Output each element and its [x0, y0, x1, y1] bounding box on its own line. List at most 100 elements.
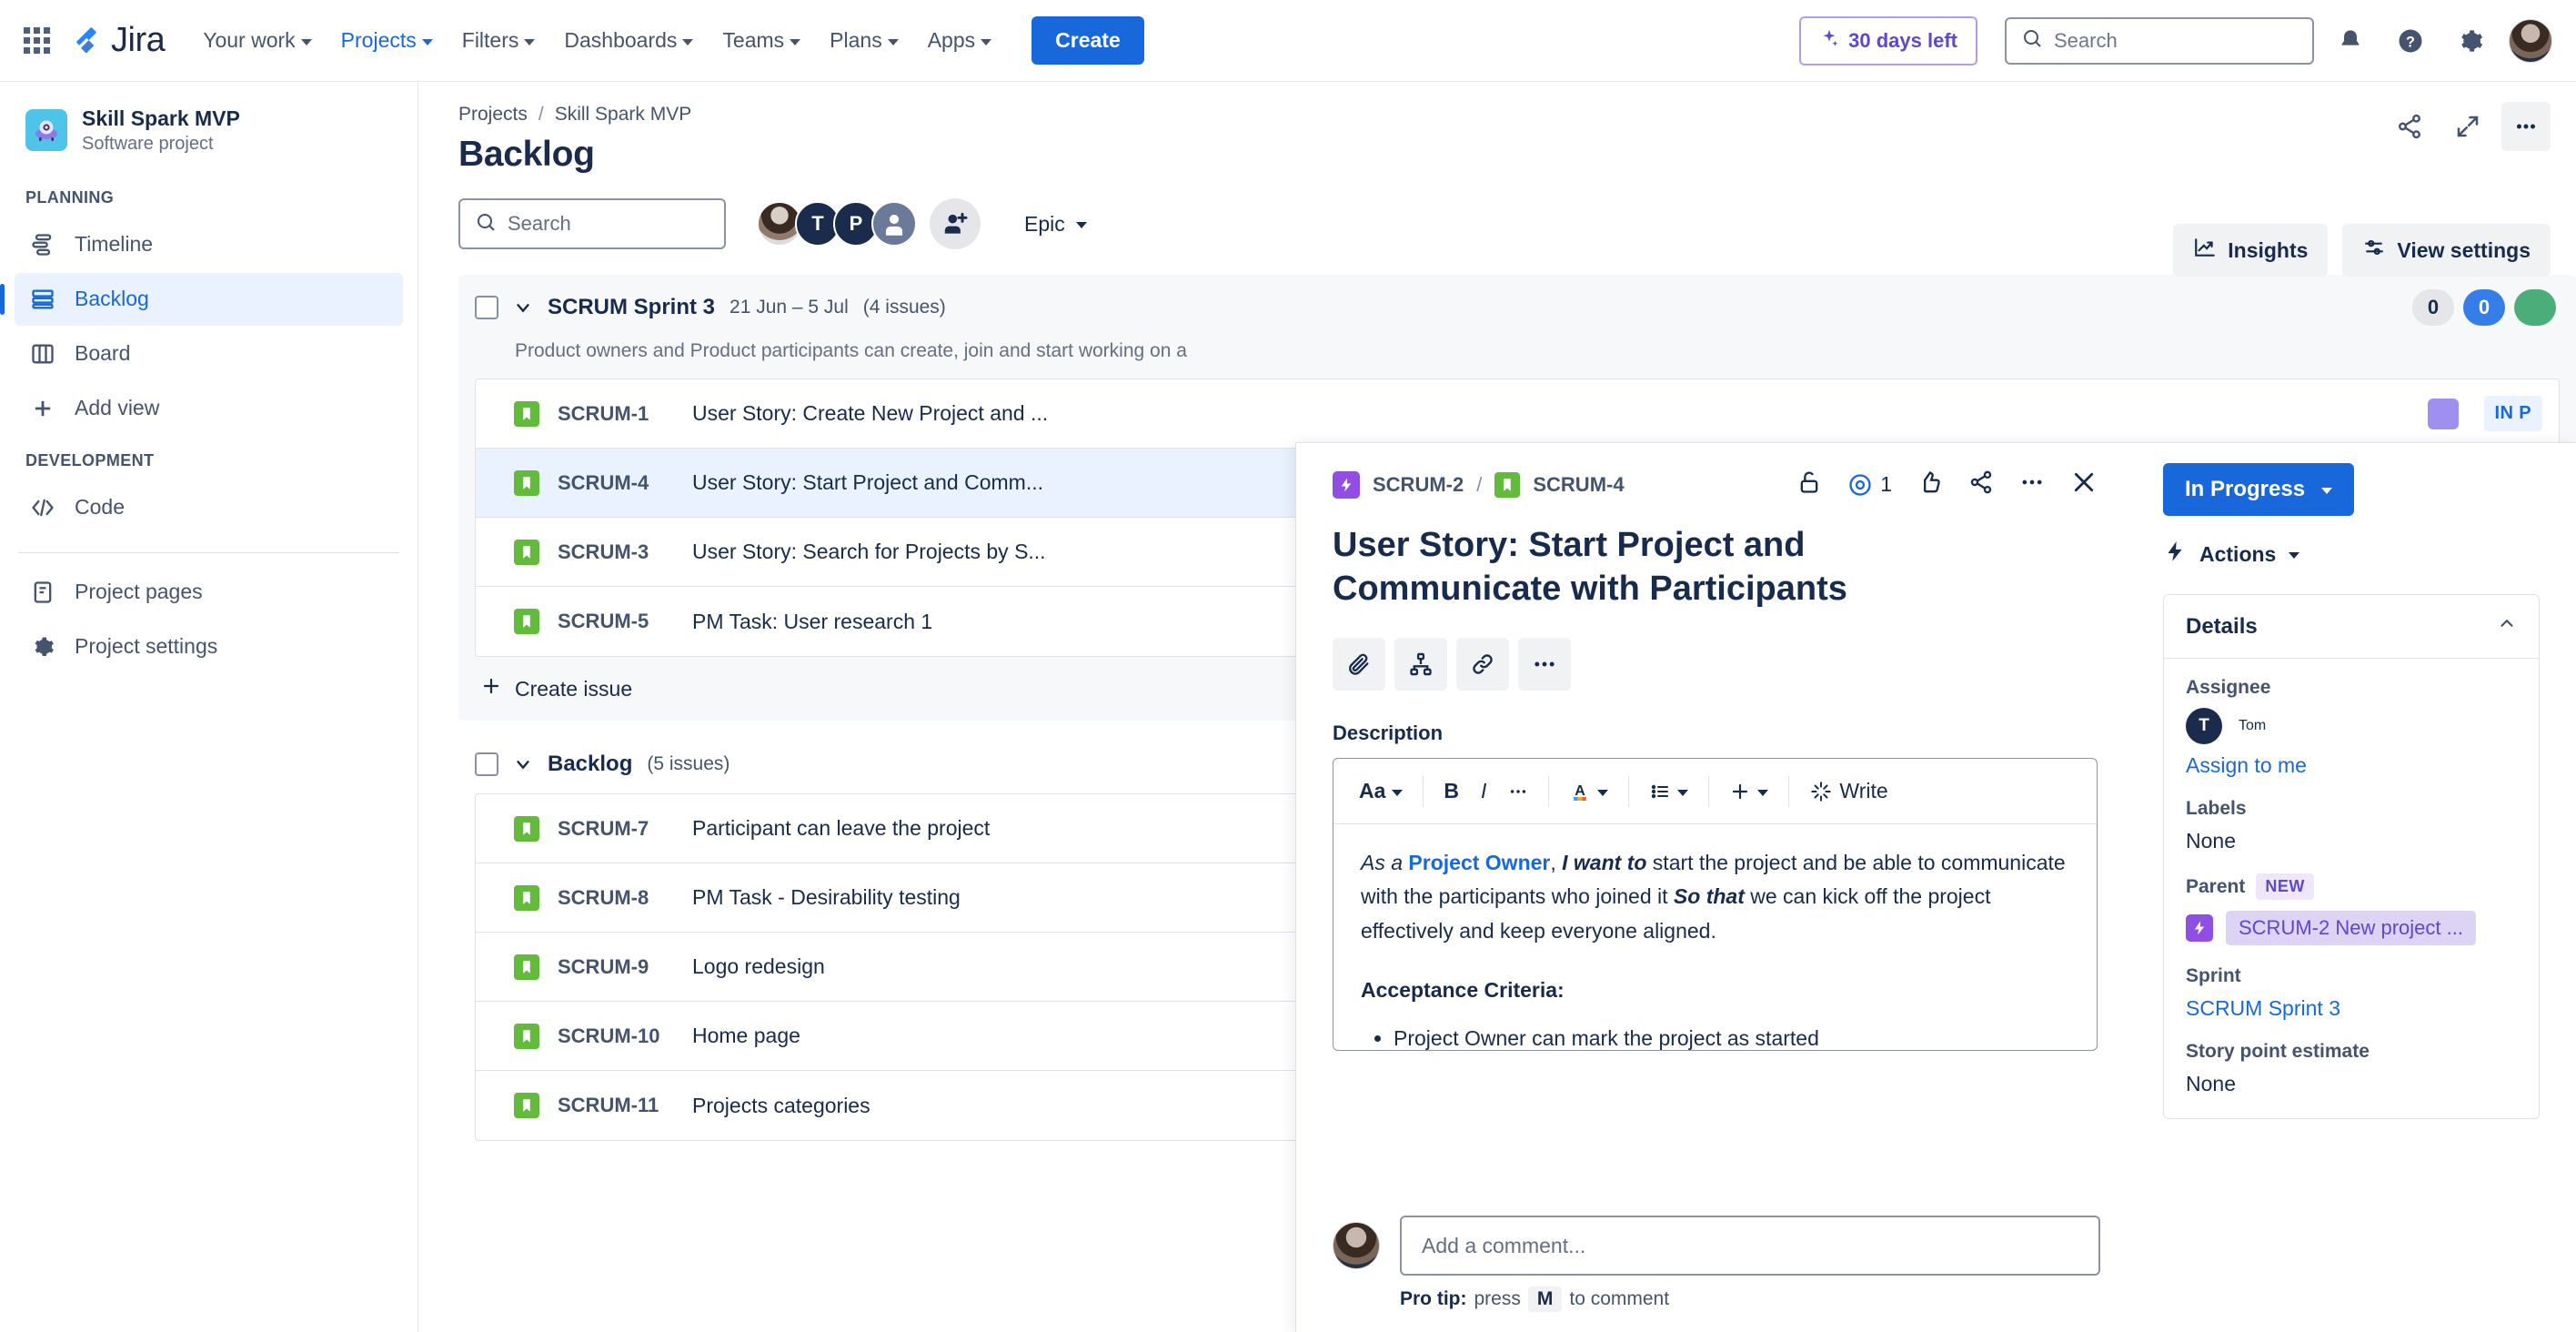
issue-key[interactable]: SCRUM-5 [558, 610, 692, 633]
add-child-issue-icon[interactable] [1394, 638, 1447, 691]
breadcrumb-projects[interactable]: Projects [458, 104, 528, 126]
bold-button[interactable]: B [1433, 772, 1470, 811]
global-search-box[interactable] [2005, 16, 2314, 65]
share-icon[interactable] [1968, 469, 1994, 500]
nav-item-dashboards[interactable]: Dashboards [549, 19, 708, 62]
text-style-dropdown[interactable]: Aa [1348, 772, 1414, 811]
nav-item-your-work[interactable]: Your work [188, 19, 326, 62]
sidebar-item-board[interactable]: Board [15, 328, 403, 380]
badge-inprogress-count[interactable]: 0 [2463, 289, 2505, 326]
notifications-icon[interactable] [2327, 17, 2374, 65]
backlog-select-all-checkbox[interactable] [475, 752, 498, 776]
issue-key[interactable]: SCRUM-4 [1533, 473, 1624, 497]
sidebar-item-code[interactable]: Code [15, 481, 403, 534]
italic-button[interactable]: I [1470, 772, 1497, 811]
close-icon[interactable] [2070, 469, 2098, 500]
epic-color-chip[interactable] [2427, 398, 2459, 429]
comment-input[interactable] [1422, 1233, 2078, 1258]
issue-detail-panel: SCRUM-2 / SCRUM-4 1 User Story: Start Pr… [1295, 442, 2576, 1332]
jira-home-logo[interactable]: Jira [71, 21, 166, 60]
lock-icon[interactable] [1796, 469, 1822, 500]
attach-icon[interactable] [1333, 638, 1385, 691]
more-options-icon[interactable] [2019, 469, 2045, 500]
nav-item-projects[interactable]: Projects [327, 19, 448, 62]
protip-tail: to comment [1569, 1288, 1670, 1309]
editor-toolbar: Aa B I A Write [1333, 759, 2097, 824]
badge-done-count[interactable] [2514, 289, 2556, 326]
sidebar-item-timeline[interactable]: Timeline [15, 218, 403, 271]
status-dropdown-button[interactable]: In Progress [2163, 463, 2355, 516]
actions-dropdown-button[interactable]: Actions [2163, 540, 2540, 569]
sidebar-project-header[interactable]: Skill Spark MVP Software project [0, 82, 418, 174]
nav-item-filters[interactable]: Filters [448, 19, 550, 62]
status-badge[interactable]: IN P [2483, 396, 2542, 431]
trial-days-left-button[interactable]: 30 days left [1799, 15, 1977, 66]
assign-to-me-link[interactable]: Assign to me [2186, 753, 2517, 778]
global-search-input[interactable] [2054, 28, 2298, 53]
text-color-button[interactable]: A [1558, 772, 1619, 811]
toolbar-divider [1788, 775, 1790, 807]
app-switcher-icon[interactable] [16, 21, 56, 61]
watchers-button[interactable]: 1 [1847, 472, 1892, 498]
issue-summary[interactable]: User Story: Create New Project and ... [692, 401, 2428, 426]
comment-input-wrapper[interactable] [1400, 1216, 2100, 1276]
labels-value[interactable]: None [2186, 829, 2517, 853]
breadcrumb-current-project[interactable]: Skill Spark MVP [555, 104, 692, 126]
nav-item-plans[interactable]: Plans [815, 19, 913, 62]
expand-fullscreen-icon[interactable] [2443, 102, 2492, 151]
assignee-value[interactable]: T Tom [2186, 708, 2517, 744]
insights-button[interactable]: Insights [2173, 224, 2329, 277]
settings-gear-icon[interactable] [2447, 17, 2494, 65]
sprint-select-all-checkbox[interactable] [475, 296, 498, 319]
nav-item-teams[interactable]: Teams [708, 19, 815, 62]
description-body[interactable]: As a Project Owner, I want to start the … [1333, 824, 2097, 1050]
bullet-list-button[interactable] [1638, 773, 1699, 810]
help-icon[interactable]: ? [2387, 17, 2434, 65]
sidebar-item-add-view[interactable]: Add view [15, 382, 403, 435]
sidebar-item-project-settings[interactable]: Project settings [15, 621, 403, 673]
sprint-collapse-chevron-icon[interactable] [513, 298, 533, 318]
more-options-icon[interactable] [2501, 102, 2551, 151]
link-icon[interactable] [1456, 638, 1509, 691]
epic-filter-dropdown[interactable]: Epic [1011, 203, 1100, 246]
issue-key[interactable]: SCRUM-1 [558, 402, 692, 426]
assignee-name: Tom [2239, 718, 2267, 733]
view-settings-button[interactable]: View settings [2342, 224, 2551, 277]
sprint-value-link[interactable]: SCRUM Sprint 3 [2186, 996, 2517, 1021]
comment-input-row [1333, 1216, 2100, 1276]
nav-item-label: Apps [927, 28, 976, 52]
story-points-value[interactable]: None [2186, 1072, 2517, 1096]
nav-item-apps[interactable]: Apps [913, 19, 1006, 62]
ai-write-button[interactable]: Write [1798, 772, 1898, 811]
create-button[interactable]: Create [1031, 16, 1144, 65]
sidebar-item-project-pages[interactable]: Project pages [15, 566, 403, 619]
add-people-button[interactable] [930, 198, 981, 249]
trial-label: 30 days left [1848, 28, 1957, 52]
parent-issue-key[interactable]: SCRUM-2 [1373, 473, 1464, 497]
share-icon[interactable] [2385, 102, 2434, 151]
issue-title[interactable]: User Story: Start Project and Communicat… [1333, 524, 2042, 610]
issue-key[interactable]: SCRUM-9 [558, 955, 692, 979]
issue-key[interactable]: SCRUM-11 [558, 1094, 692, 1117]
backlog-search-input[interactable] [508, 212, 709, 236]
backlog-search-box[interactable] [458, 198, 726, 249]
user-avatar[interactable] [2509, 18, 2552, 63]
insert-element-button[interactable] [1718, 773, 1779, 810]
issue-key[interactable]: SCRUM-10 [558, 1024, 692, 1048]
more-formatting-icon[interactable] [1497, 774, 1539, 809]
like-thumbs-up-icon[interactable] [1917, 469, 1943, 500]
more-actions-icon[interactable] [1518, 638, 1571, 691]
avatar-anonymous[interactable] [871, 201, 917, 247]
issue-key[interactable]: SCRUM-8 [558, 886, 692, 910]
details-card-header[interactable]: Details [2164, 595, 2539, 659]
badge-todo-count[interactable]: 0 [2412, 289, 2454, 326]
issue-key[interactable]: SCRUM-7 [558, 817, 692, 841]
backlog-collapse-chevron-icon[interactable] [513, 754, 533, 774]
add-comment-bar: Pro tip: press M to comment [1296, 1199, 2140, 1332]
issue-key[interactable]: SCRUM-4 [558, 471, 692, 495]
table-row[interactable]: SCRUM-1 User Story: Create New Project a… [476, 379, 2559, 449]
issue-key[interactable]: SCRUM-3 [558, 540, 692, 564]
parent-value[interactable]: SCRUM-2 New project ... [2186, 911, 2517, 945]
parent-link[interactable]: SCRUM-2 New project ... [2226, 911, 2476, 945]
sidebar-item-backlog[interactable]: Backlog [0, 272, 403, 326]
